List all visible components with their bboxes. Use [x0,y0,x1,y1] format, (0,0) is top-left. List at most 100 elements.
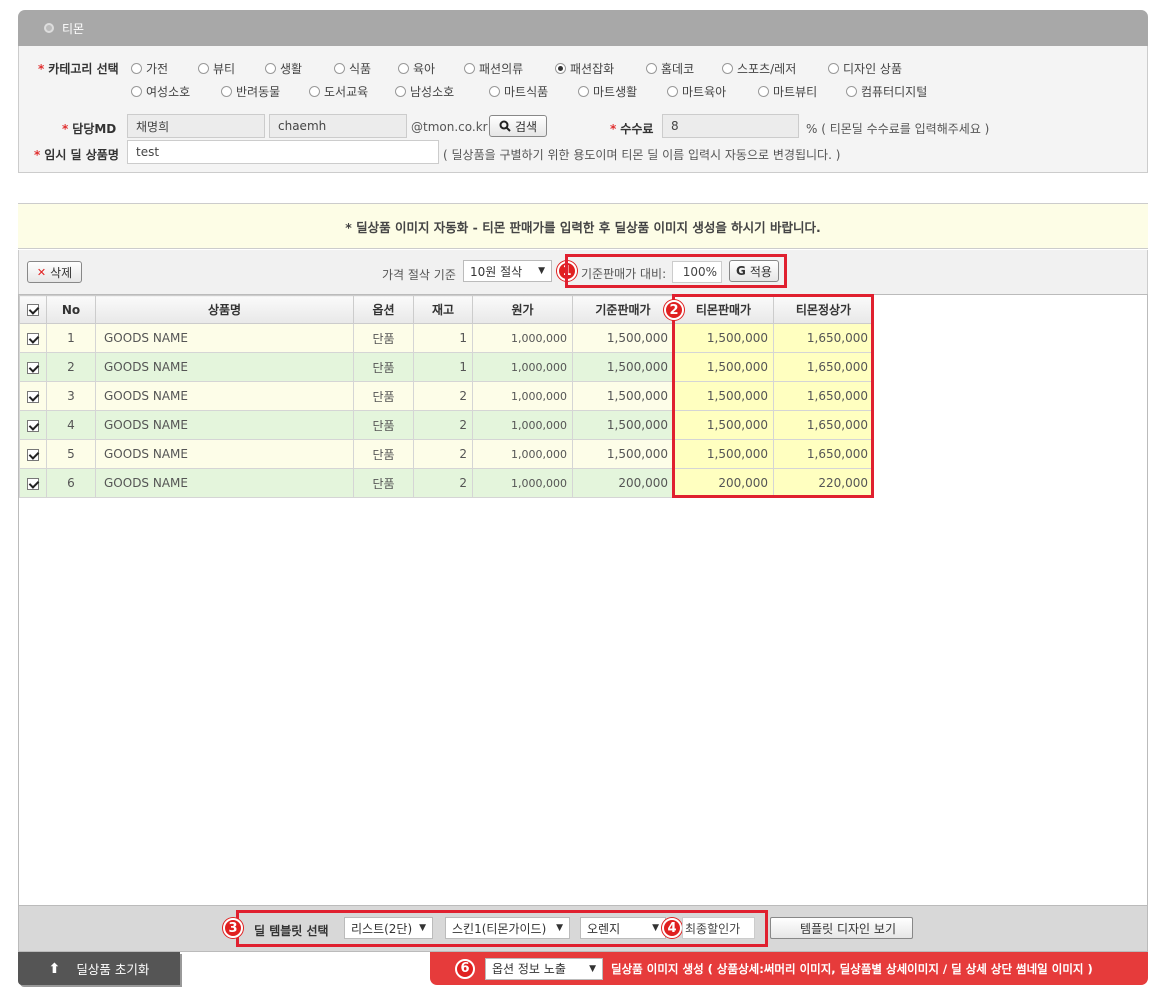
md-id-field[interactable]: chaemh [269,114,407,138]
deal-name-input[interactable]: test [127,140,439,164]
cell-stock: 2 [413,410,473,440]
radio-icon[interactable] [221,86,232,97]
row-checkbox-cell[interactable] [19,468,47,498]
category-radio[interactable]: 식품 [334,60,371,77]
category-radio[interactable]: 홈데코 [646,60,694,77]
fee-field[interactable]: 8 [662,114,799,138]
category-radio[interactable]: 마트뷰티 [758,83,817,100]
cell-base: 1,500,000 [572,352,674,382]
category-radio[interactable]: 스포츠/레저 [722,60,796,77]
option-value: 옵션 정보 노출 [492,962,566,976]
radio-icon[interactable] [846,86,857,97]
category-radio[interactable]: 패션의류 [464,60,523,77]
radio-icon[interactable] [464,63,475,74]
row-checkbox[interactable] [27,390,39,403]
cut-value: 10원 절삭 [470,264,523,279]
col-cost: 원가 [472,295,573,324]
cell-no: 2 [46,352,96,382]
category-radio[interactable]: 마트식품 [489,83,548,100]
md-domain: @tmon.co.kr [411,120,488,134]
category-radio[interactable]: 반려동물 [221,83,280,100]
badge-4: 4 [662,918,682,938]
ratio-label: 기준판매가 대비: [581,267,667,281]
category-radio-label: 마트식품 [504,85,549,99]
md-search-button[interactable]: 검색 [489,115,547,137]
category-radio[interactable]: 여성소호 [131,83,190,100]
cell-cost: 1,000,000 [472,468,573,498]
category-radio[interactable]: 마트육아 [667,83,726,100]
deal-name-label: * 임시 딜 상품명 [34,148,119,162]
row-checkbox[interactable] [27,332,39,345]
radio-icon[interactable] [578,86,589,97]
caret-down-icon: ▼ [556,923,563,933]
radio-icon[interactable] [334,63,345,74]
cell-cost: 1,000,000 [472,439,573,469]
category-radio-label: 생활 [280,62,303,76]
row-checkbox[interactable] [27,448,39,461]
category-radio[interactable]: 도서교육 [309,83,368,100]
row-checkbox[interactable] [27,419,39,432]
row-checkbox-cell[interactable] [19,439,47,469]
cell-base: 200,000 [572,468,674,498]
check-all-checkbox[interactable] [27,304,39,316]
close-icon: ✕ [36,265,47,279]
category-radio[interactable]: 패션잡화 [555,60,614,77]
radio-icon[interactable] [131,86,142,97]
caret-down-icon: ▼ [589,963,596,974]
cell-base: 1,500,000 [572,410,674,440]
category-radio[interactable]: 마트생활 [578,83,637,100]
bullet-icon [44,23,54,33]
radio-icon[interactable] [265,63,276,74]
radio-icon[interactable] [758,86,769,97]
reset-label: 딜상품 초기화 [76,962,150,977]
list-value: 리스트(2단) [351,921,413,936]
radio-icon[interactable] [131,63,142,74]
cut-select[interactable]: 10원 절삭 ▼ [463,260,552,282]
category-radio[interactable]: 남성소호 [395,83,454,100]
cell-name: GOODS NAME [95,352,354,382]
category-radio[interactable]: 디자인 상품 [828,60,902,77]
delete-button[interactable]: ✕ 삭제 [27,261,82,283]
row-checkbox-cell[interactable] [19,352,47,382]
radio-icon[interactable] [555,63,566,74]
cell-name: GOODS NAME [95,468,354,498]
color-select[interactable]: 오렌지 ▼ [580,917,666,939]
option-display-select[interactable]: 옵션 정보 노출 ▼ [485,957,603,980]
skin-select[interactable]: 스킨1(티몬가이드) ▼ [445,917,570,939]
cell-name: GOODS NAME [95,439,354,469]
category-radio[interactable]: 육아 [398,60,435,77]
radio-icon[interactable] [828,63,839,74]
radio-icon[interactable] [398,63,409,74]
arrow-up-icon: ⬆ [48,960,61,977]
list-select[interactable]: 리스트(2단) ▼ [344,917,433,939]
header-checkbox[interactable] [19,295,47,324]
apply-button[interactable]: G 적용 [729,260,779,282]
radio-icon[interactable] [309,86,320,97]
radio-icon[interactable] [198,63,209,74]
category-radio-label: 가전 [146,62,169,76]
ratio-input[interactable]: 100% [672,261,722,283]
row-checkbox[interactable] [27,477,39,490]
category-radio[interactable]: 컴퓨터디지털 [846,83,927,100]
radio-icon[interactable] [489,86,500,97]
category-radio-label: 패션의류 [479,62,524,76]
template-design-button[interactable]: 템플릿 디자인 보기 [770,917,913,939]
badge-6: 6 [455,958,475,979]
row-checkbox-cell[interactable] [19,410,47,440]
row-checkbox[interactable] [27,361,39,374]
row-checkbox-cell[interactable] [19,323,47,353]
col-no: No [46,295,96,324]
category-radio[interactable]: 생활 [265,60,302,77]
radio-icon[interactable] [722,63,733,74]
generate-image-button[interactable]: 딜상품 이미지 생성 ( 상품상세:써머리 이미지, 딜상품별 상세이미지 / … [611,961,1093,977]
category-radio[interactable]: 가전 [131,60,168,77]
row-checkbox-cell[interactable] [19,381,47,411]
reset-deal-button[interactable]: ⬆ 딜상품 초기화 [18,952,180,985]
category-radio[interactable]: 뷰티 [198,60,235,77]
radio-icon[interactable] [667,86,678,97]
radio-icon[interactable] [646,63,657,74]
final-price-toggle[interactable]: 최종할인가 [682,917,755,939]
md-name-field[interactable]: 채명희 [127,114,265,138]
badge-3: 3 [223,918,243,938]
radio-icon[interactable] [395,86,406,97]
